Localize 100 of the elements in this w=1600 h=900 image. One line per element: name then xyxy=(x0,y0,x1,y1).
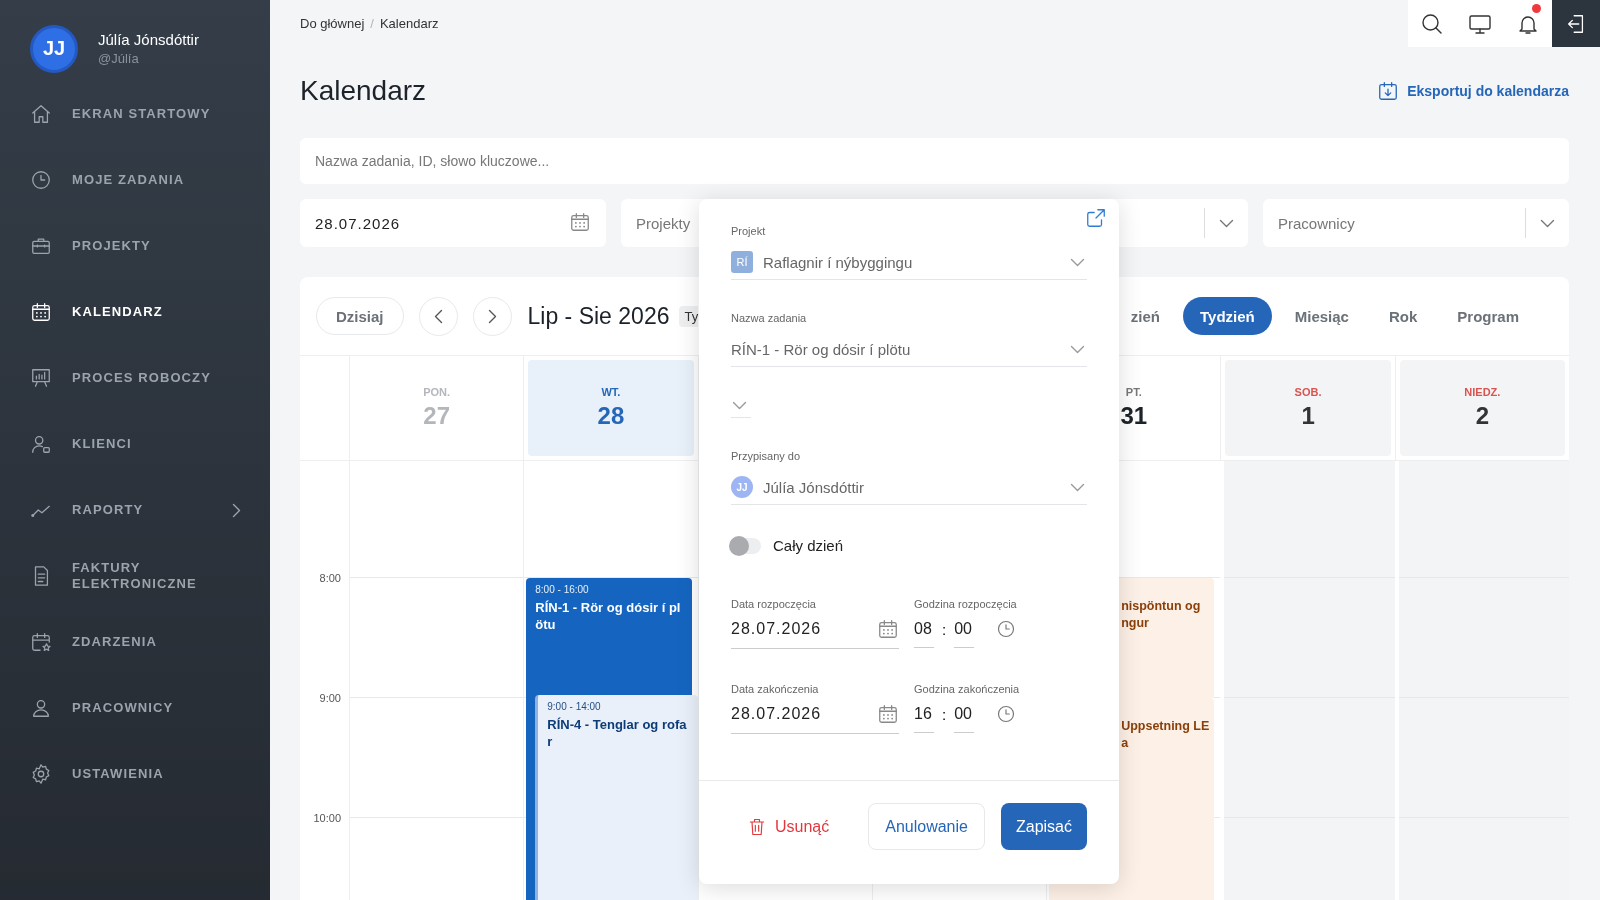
people-icon xyxy=(30,697,52,719)
event-title: nispöntun og xyxy=(1121,598,1202,615)
search-field[interactable]: Nazwa zadania, ID, słowo kluczowe... xyxy=(300,138,1569,184)
clock-icon xyxy=(996,704,1017,724)
delete-button[interactable]: Usunąć xyxy=(731,816,846,837)
user-handle: @Júlía xyxy=(98,51,140,66)
export-link[interactable]: Eksportuj do kalendarza xyxy=(1377,80,1569,102)
calendar-download-icon xyxy=(1377,80,1400,102)
date-field[interactable]: 28.07.2026 xyxy=(731,610,899,649)
breadcrumb-separator: / xyxy=(370,16,374,31)
event-title: RÍN-4 - Tenglar og rofar xyxy=(547,716,688,750)
sidebar-item[interactable]: ZDARZENIA xyxy=(0,609,270,675)
cancel-button[interactable]: Anulowanie xyxy=(868,803,985,850)
view-tab[interactable]: zień xyxy=(1130,297,1178,335)
event-title: RÍN-1 - Rör og dósir í plötu xyxy=(535,599,682,633)
sidebar-item[interactable]: KLIENCI xyxy=(0,411,270,477)
field-label: Projekt xyxy=(731,225,767,237)
sidebar-item[interactable]: PRACOWNICY xyxy=(0,675,270,741)
all-day-toggle[interactable] xyxy=(731,537,761,554)
weekday-label: NIEDZ. xyxy=(1464,386,1501,398)
user-avatar: JJ xyxy=(30,24,78,73)
briefcase-icon xyxy=(30,235,52,257)
sidebar-item[interactable]: PROCES ROBOCZY xyxy=(0,345,270,411)
toggle-label: Cały dzień xyxy=(773,537,844,554)
field-label: Godzina zakończenia xyxy=(914,683,1021,695)
weekday-label: WT. xyxy=(601,386,621,398)
page-title: Kalendarz xyxy=(300,75,427,107)
weekday-label: PT. xyxy=(1125,386,1142,398)
select-field[interactable]: RÍ Raflagnir í nýbyggingu xyxy=(731,245,1087,280)
sidebar-item[interactable]: MOJE ZADANIA xyxy=(0,147,270,213)
field-label: Godzina rozpoczęcia xyxy=(914,598,1018,610)
task-event[interactable]: 9:00 - 14:00 RÍN-4 - Tenglar og rofar xyxy=(535,695,698,900)
day-number: 31 xyxy=(1120,402,1148,430)
time-separator: : xyxy=(942,705,947,723)
date-range-title: Lip - Sie 2026 xyxy=(527,302,670,330)
sidebar-item[interactable]: FAKTURY ELEKTRONICZNE xyxy=(0,543,270,609)
sidebar-item[interactable]: RAPORTY xyxy=(0,477,270,543)
field-label: Nazwa zadania xyxy=(731,312,808,324)
hour-label: 10:00 xyxy=(313,812,341,824)
breadcrumb-link[interactable]: Do głównej xyxy=(300,16,365,31)
sidebar-item[interactable]: PROJEKTY xyxy=(0,213,270,279)
trash-icon xyxy=(747,816,767,837)
day-number: 1 xyxy=(1301,402,1315,430)
minute-field[interactable]: 00 xyxy=(954,610,975,648)
field-label: Data zakończenia xyxy=(731,683,820,695)
time-separator: : xyxy=(942,620,947,638)
day-number: 27 xyxy=(423,402,450,430)
calendar-icon xyxy=(877,703,899,725)
view-tab[interactable]: Miesiąc xyxy=(1277,297,1366,335)
user-avatar: JJ xyxy=(731,476,753,498)
field-label: Przypisany do xyxy=(731,450,802,462)
chevron-down-icon xyxy=(1071,345,1084,353)
hour-field[interactable]: 08 xyxy=(914,610,934,648)
notifications-button[interactable] xyxy=(1504,0,1552,47)
day-number: 2 xyxy=(1475,402,1490,430)
home-icon xyxy=(30,103,52,125)
hour-field[interactable]: 16 xyxy=(914,695,934,733)
filter-select[interactable]: Pracownicy xyxy=(1263,199,1569,247)
sidebar-item[interactable]: USTAWIENIA xyxy=(0,741,270,807)
calendar-icon xyxy=(569,210,591,233)
chevron-down-icon xyxy=(1220,219,1233,227)
sidebar-item[interactable]: KALENDARZ xyxy=(0,279,270,345)
select-field[interactable]: RÍN-1 - Rör og dósir í plötu xyxy=(731,332,1087,367)
search-icon xyxy=(1420,11,1444,36)
event-title: a xyxy=(1121,735,1130,752)
logout-button[interactable] xyxy=(1552,0,1600,47)
search-button[interactable] xyxy=(1408,0,1456,47)
hour-label: 8:00 xyxy=(319,572,341,584)
calendar-icon xyxy=(877,618,899,640)
presentation-board-icon xyxy=(30,367,52,389)
day-number: 28 xyxy=(597,402,625,430)
event-title: ngur xyxy=(1121,615,1150,632)
chevron-right-icon xyxy=(488,309,496,323)
person-icon xyxy=(30,433,52,455)
clock-icon xyxy=(996,619,1017,639)
today-button[interactable]: Dzisiaj xyxy=(316,297,404,335)
view-tab[interactable]: Tydzień xyxy=(1183,297,1272,335)
range-chip: Ty xyxy=(679,305,699,327)
view-tab[interactable]: Rok xyxy=(1371,297,1435,335)
weekday-label: SOB. xyxy=(1294,386,1322,398)
view-tab[interactable]: Program xyxy=(1440,297,1536,335)
sidebar-item[interactable]: EKRAN STARTOWY xyxy=(0,81,270,147)
chevron-down-icon xyxy=(1071,483,1084,491)
date-field[interactable]: 28.07.2026 xyxy=(300,199,606,247)
clock-icon xyxy=(30,169,52,191)
select-field[interactable]: JJ Júlía Jónsdóttir xyxy=(731,470,1087,505)
minute-field[interactable]: 00 xyxy=(954,695,975,733)
event-time: 8:00 - 16:00 xyxy=(535,584,590,595)
save-button[interactable]: Zapisać xyxy=(1000,803,1087,850)
project-badge: RÍ xyxy=(731,251,753,273)
weekday-label: PON. xyxy=(423,386,451,398)
event-title: Uppsetning LE xyxy=(1121,718,1211,735)
chevron-down-icon xyxy=(733,401,746,409)
event-time: 9:00 - 14:00 xyxy=(547,701,602,712)
settings-icon xyxy=(30,763,52,785)
calendar-star-icon xyxy=(30,631,52,653)
date-field[interactable]: 28.07.2026 xyxy=(731,695,899,734)
chevron-down-icon xyxy=(1071,258,1084,266)
field-label: Data rozpoczęcia xyxy=(731,598,817,610)
open-external-icon xyxy=(1085,207,1107,229)
